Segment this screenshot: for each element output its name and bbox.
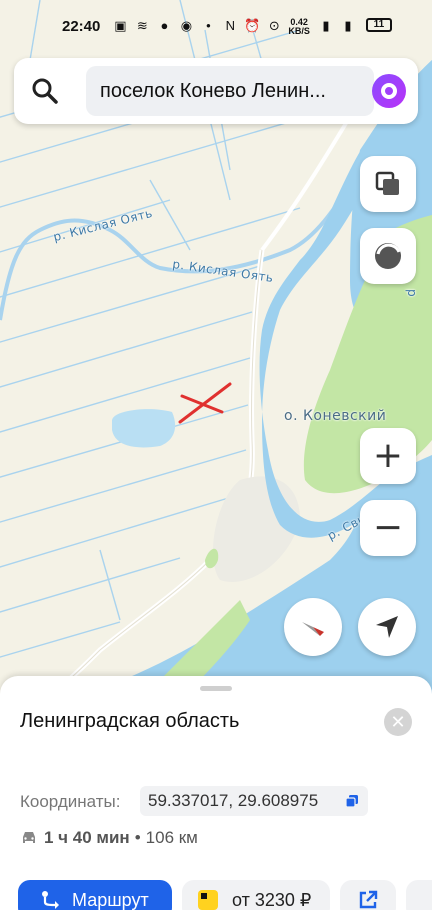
route-separator: • (134, 828, 141, 847)
navigation-arrow-icon (376, 616, 398, 638)
river-label-right: р (405, 288, 420, 298)
sheet-grabber[interactable] (200, 686, 232, 691)
close-button[interactable]: ✕ (384, 708, 412, 736)
alarm-icon: ⏰ (244, 18, 261, 33)
search-input[interactable]: поселок Конево Ленин... (86, 66, 374, 116)
traffic-icon (375, 243, 401, 269)
share-button[interactable] (340, 880, 396, 910)
wifi-calling-icon: ≋ (136, 18, 148, 33)
more-button[interactable] (406, 880, 432, 910)
signal-icon: ▮ (322, 18, 330, 33)
net-speed-unit: KB/S (288, 26, 310, 36)
place-title: Ленинградская область (20, 710, 240, 732)
route-button[interactable]: Маршрут (18, 880, 172, 910)
zoom-out-icon: − (372, 507, 404, 548)
dot-icon: • (206, 18, 211, 33)
wb-app-icon: ◉ (180, 18, 193, 33)
close-icon: ✕ (390, 712, 406, 732)
layers-icon (375, 171, 399, 195)
voice-assistant-button[interactable] (372, 74, 406, 108)
net-speed: 0.42 KB/S (288, 18, 310, 36)
zoom-in-icon: + (372, 435, 404, 476)
place-card: Ленинградская область ✕ Координаты: 59.3… (0, 676, 432, 910)
taxi-icon (198, 890, 218, 910)
app-notification-icon: ▣ (114, 18, 127, 33)
zoom-in-button[interactable]: + (360, 428, 416, 484)
route-button-label: Маршрут (72, 889, 149, 910)
location-icon: ⊙ (268, 18, 280, 33)
taxi-price-label: от 3230 ₽ (232, 889, 312, 910)
car-icon (23, 832, 35, 843)
nfc-icon: N (225, 18, 236, 33)
voice-assistant-icon (381, 83, 397, 99)
taxi-button[interactable]: от 3230 ₽ (182, 880, 330, 910)
battery-icon: 11 (365, 18, 392, 32)
share-icon (359, 890, 378, 909)
status-bar: 22:40 ▣ ≋ ● ◉ • N ⏰ ⊙ 0.42 KB/S ▮ ▮ 11 (0, 0, 432, 56)
route-summary: 1 ч 40 мин • 106 км (20, 828, 198, 848)
my-location-button[interactable] (358, 598, 416, 656)
coordinates-label: Координаты: (20, 792, 121, 811)
search-icon[interactable] (30, 76, 60, 106)
compass-icon (302, 622, 324, 636)
zoom-out-button[interactable]: − (360, 500, 416, 556)
route-distance: 106 км (145, 828, 198, 847)
messenger-icon: ● (160, 18, 169, 33)
location-marker (178, 382, 232, 424)
status-time: 22:40 (62, 18, 101, 35)
signal-2-icon: ▮ (344, 18, 352, 33)
traffic-button[interactable] (360, 228, 416, 284)
island-label-konevsky: о. Коневский (284, 408, 387, 424)
search-bar: поселок Конево Ленин... (14, 58, 418, 124)
coordinates-value: 59.337017, 29.608975 (148, 791, 319, 810)
route-time: 1 ч 40 мин (44, 828, 130, 847)
route-icon (42, 891, 59, 909)
layers-button[interactable] (360, 156, 416, 212)
copy-icon[interactable] (346, 795, 358, 807)
compass-button[interactable] (284, 598, 342, 656)
coordinates-field[interactable]: 59.337017, 29.608975 (140, 786, 368, 816)
